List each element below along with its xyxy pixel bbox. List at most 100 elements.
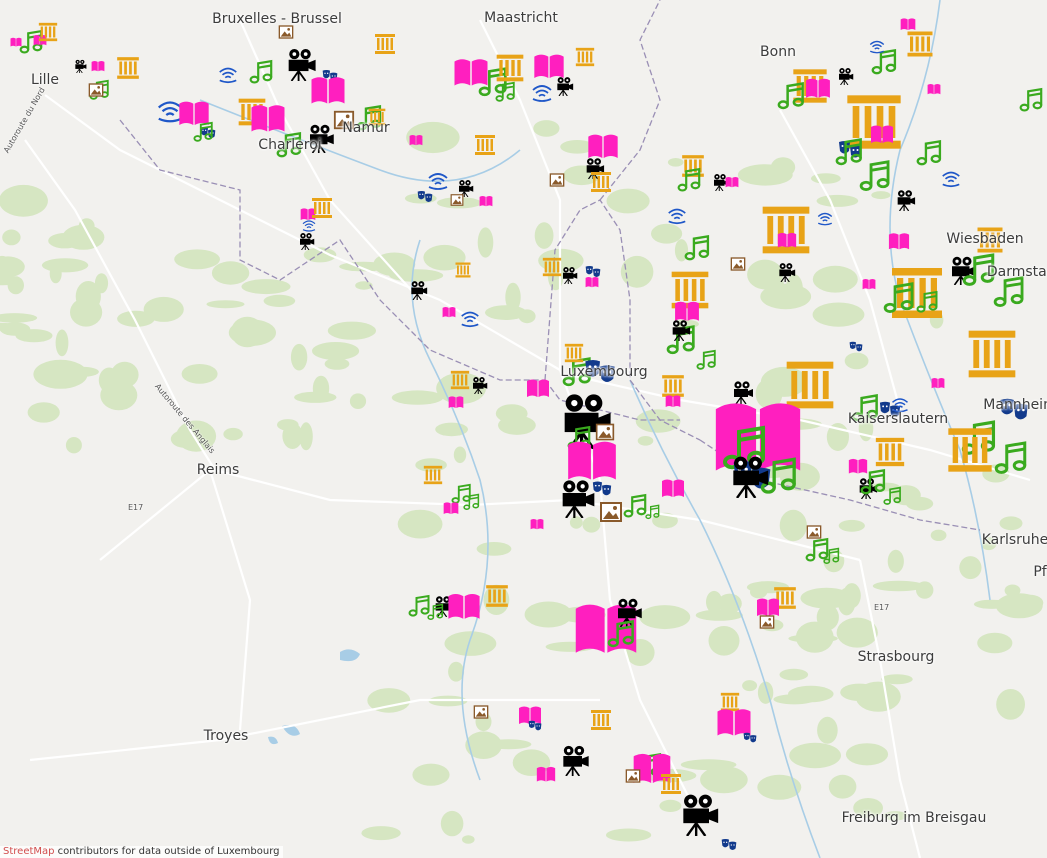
forest-patch <box>837 587 856 616</box>
forest-patch <box>534 222 554 249</box>
forest-patch <box>391 390 444 405</box>
city-label-namur[interactable]: Namur <box>342 120 389 136</box>
forest-patch <box>916 581 934 599</box>
forest-patch <box>881 674 913 685</box>
forest-patch <box>462 835 475 844</box>
forest-patch <box>98 367 120 393</box>
poi-marker-gallery[interactable] <box>595 423 615 441</box>
forest-patch <box>812 265 858 293</box>
forest-patch <box>606 188 650 214</box>
poi-marker-gallery[interactable] <box>88 83 104 97</box>
road-label-e17b: E17 <box>874 603 890 612</box>
attribution-osm-link[interactable]: StreetMap <box>3 846 55 857</box>
forest-patch <box>27 402 60 423</box>
forest-patch <box>838 519 865 532</box>
forest-patch <box>959 556 982 580</box>
forest-patch <box>789 742 841 769</box>
forest-patch <box>423 244 466 271</box>
forest-patch <box>779 668 809 681</box>
poi-marker-gallery[interactable] <box>730 257 746 271</box>
forest-patch <box>485 305 527 320</box>
forest-patch <box>223 427 243 441</box>
city-label-luxembourg[interactable]: Luxembourg <box>560 364 647 380</box>
map-canvas[interactable] <box>0 0 1047 858</box>
forest-patch <box>476 542 512 556</box>
forest-patch <box>0 322 31 336</box>
city-label-wiesbaden[interactable]: Wiesbaden <box>946 231 1023 247</box>
city-label-darmstadt[interactable]: Darmstadt <box>987 264 1047 280</box>
poi-marker-gallery[interactable] <box>759 615 775 629</box>
forest-patch <box>760 283 812 310</box>
forest-patch <box>7 276 24 295</box>
map-attribution: StreetMap contributors for data outside … <box>0 846 283 858</box>
poi-marker-gallery[interactable] <box>278 25 294 39</box>
forest-patch <box>70 297 103 327</box>
forest-patch <box>788 685 834 703</box>
forest-patch <box>651 223 683 244</box>
city-label-charleroi[interactable]: Charleroi <box>258 137 321 153</box>
forest-patch <box>635 409 681 433</box>
forest-patch <box>62 224 105 250</box>
poi-marker-gallery[interactable] <box>806 525 822 539</box>
forest-patch <box>206 300 245 309</box>
forest-patch <box>708 626 740 656</box>
forest-patch <box>620 255 654 288</box>
city-label-lille[interactable]: Lille <box>31 72 59 88</box>
city-label-strasbourg[interactable]: Strasbourg <box>858 649 935 665</box>
forest-patch <box>349 393 367 410</box>
forest-patch <box>667 158 684 167</box>
poi-marker-gallery[interactable] <box>600 502 622 522</box>
forest-patch <box>339 261 388 272</box>
attribution-text: contributors for data outside of Luxembo… <box>54 846 280 857</box>
forest-patch <box>312 342 360 360</box>
city-label-troyes[interactable]: Troyes <box>204 728 249 744</box>
forest-patch <box>294 391 337 403</box>
poi-marker-gallery[interactable] <box>473 705 489 719</box>
forest-patch <box>1016 594 1044 611</box>
forest-patch <box>290 343 308 371</box>
forest-patch <box>742 680 758 692</box>
forest-patch <box>816 194 859 207</box>
forest-patch <box>659 799 682 813</box>
forest-patch <box>181 364 218 384</box>
forest-patch <box>637 436 654 446</box>
forest-patch <box>582 516 601 533</box>
forest-patch <box>299 422 313 451</box>
poi-marker-gallery[interactable] <box>549 173 565 187</box>
forest-patch <box>700 766 748 794</box>
city-label-maastricht[interactable]: Maastricht <box>484 10 558 26</box>
forest-patch <box>94 273 109 294</box>
city-label-mannheim[interactable]: Mannheim <box>983 397 1047 413</box>
poi-marker-gallery[interactable] <box>625 769 641 783</box>
city-label-kaiserslautern[interactable]: Kaiserslautern <box>848 411 948 427</box>
forest-patch <box>231 316 264 348</box>
forest-patch <box>639 605 691 630</box>
forest-patch <box>477 227 494 258</box>
forest-patch <box>973 599 1010 609</box>
forest-patch <box>49 264 62 284</box>
city-label-reims[interactable]: Reims <box>197 462 240 478</box>
forest-patch <box>569 516 583 529</box>
forest-patch <box>871 191 891 200</box>
forest-patch <box>241 279 291 295</box>
forest-patch <box>812 302 865 327</box>
city-label-bruxelles[interactable]: Bruxelles - Brussel <box>212 11 342 27</box>
forest-patch <box>2 229 21 246</box>
forest-patch <box>0 184 48 217</box>
poi-marker-gallery[interactable] <box>450 194 464 206</box>
forest-patch <box>55 329 69 357</box>
forest-patch <box>999 516 1023 531</box>
forest-patch <box>263 294 296 307</box>
forest-patch <box>361 826 401 841</box>
forest-patch <box>397 509 443 539</box>
forest-patch <box>143 296 184 322</box>
forest-patch <box>211 261 250 285</box>
forest-patch <box>760 366 808 397</box>
forest-patch <box>977 632 1013 654</box>
city-label-bonn[interactable]: Bonn <box>760 44 796 60</box>
road-label-e17: E17 <box>128 503 144 512</box>
city-label-freiburg[interactable]: Freiburg im Breisgau <box>842 810 987 826</box>
city-label-pforzheim[interactable]: Pf <box>1033 564 1046 580</box>
city-label-karlsruhe[interactable]: Karlsruhe <box>982 532 1047 548</box>
forest-patch <box>750 585 768 599</box>
